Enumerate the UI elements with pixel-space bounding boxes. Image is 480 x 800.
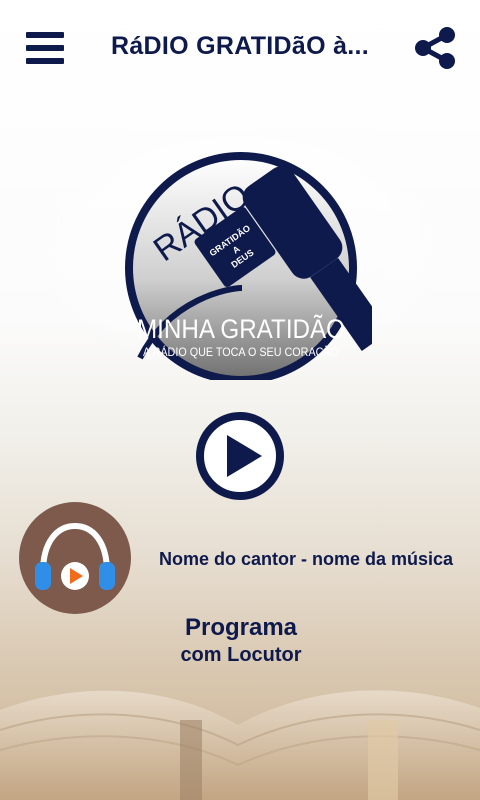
share-icon[interactable] xyxy=(414,26,456,70)
program-title: Programa xyxy=(184,614,298,641)
page-title: RáDIO GRATIDãO à... xyxy=(110,32,370,60)
play-circle-icon[interactable] xyxy=(194,410,286,502)
program-host: com Locutor xyxy=(180,644,302,666)
logo-slogan: A RÁDIO QUE TOCA O SEU CORAÇÃO xyxy=(143,344,339,359)
hamburger-menu-icon[interactable] xyxy=(26,32,64,64)
app-toolbar: RáDIO GRATIDãO à... xyxy=(0,0,480,100)
program-info: Programa com Locutor xyxy=(120,614,362,668)
radio-logo: RÁDIO GRATIDÃO A DEUS MINHA GRATIDÃO A R… xyxy=(125,152,372,380)
now-playing-text: Nome do cantor - nome da música xyxy=(158,549,454,569)
logo-name: MINHA GRATIDÃO xyxy=(137,313,345,344)
album-art-avatar xyxy=(19,502,131,614)
headphones-icon xyxy=(35,522,115,590)
